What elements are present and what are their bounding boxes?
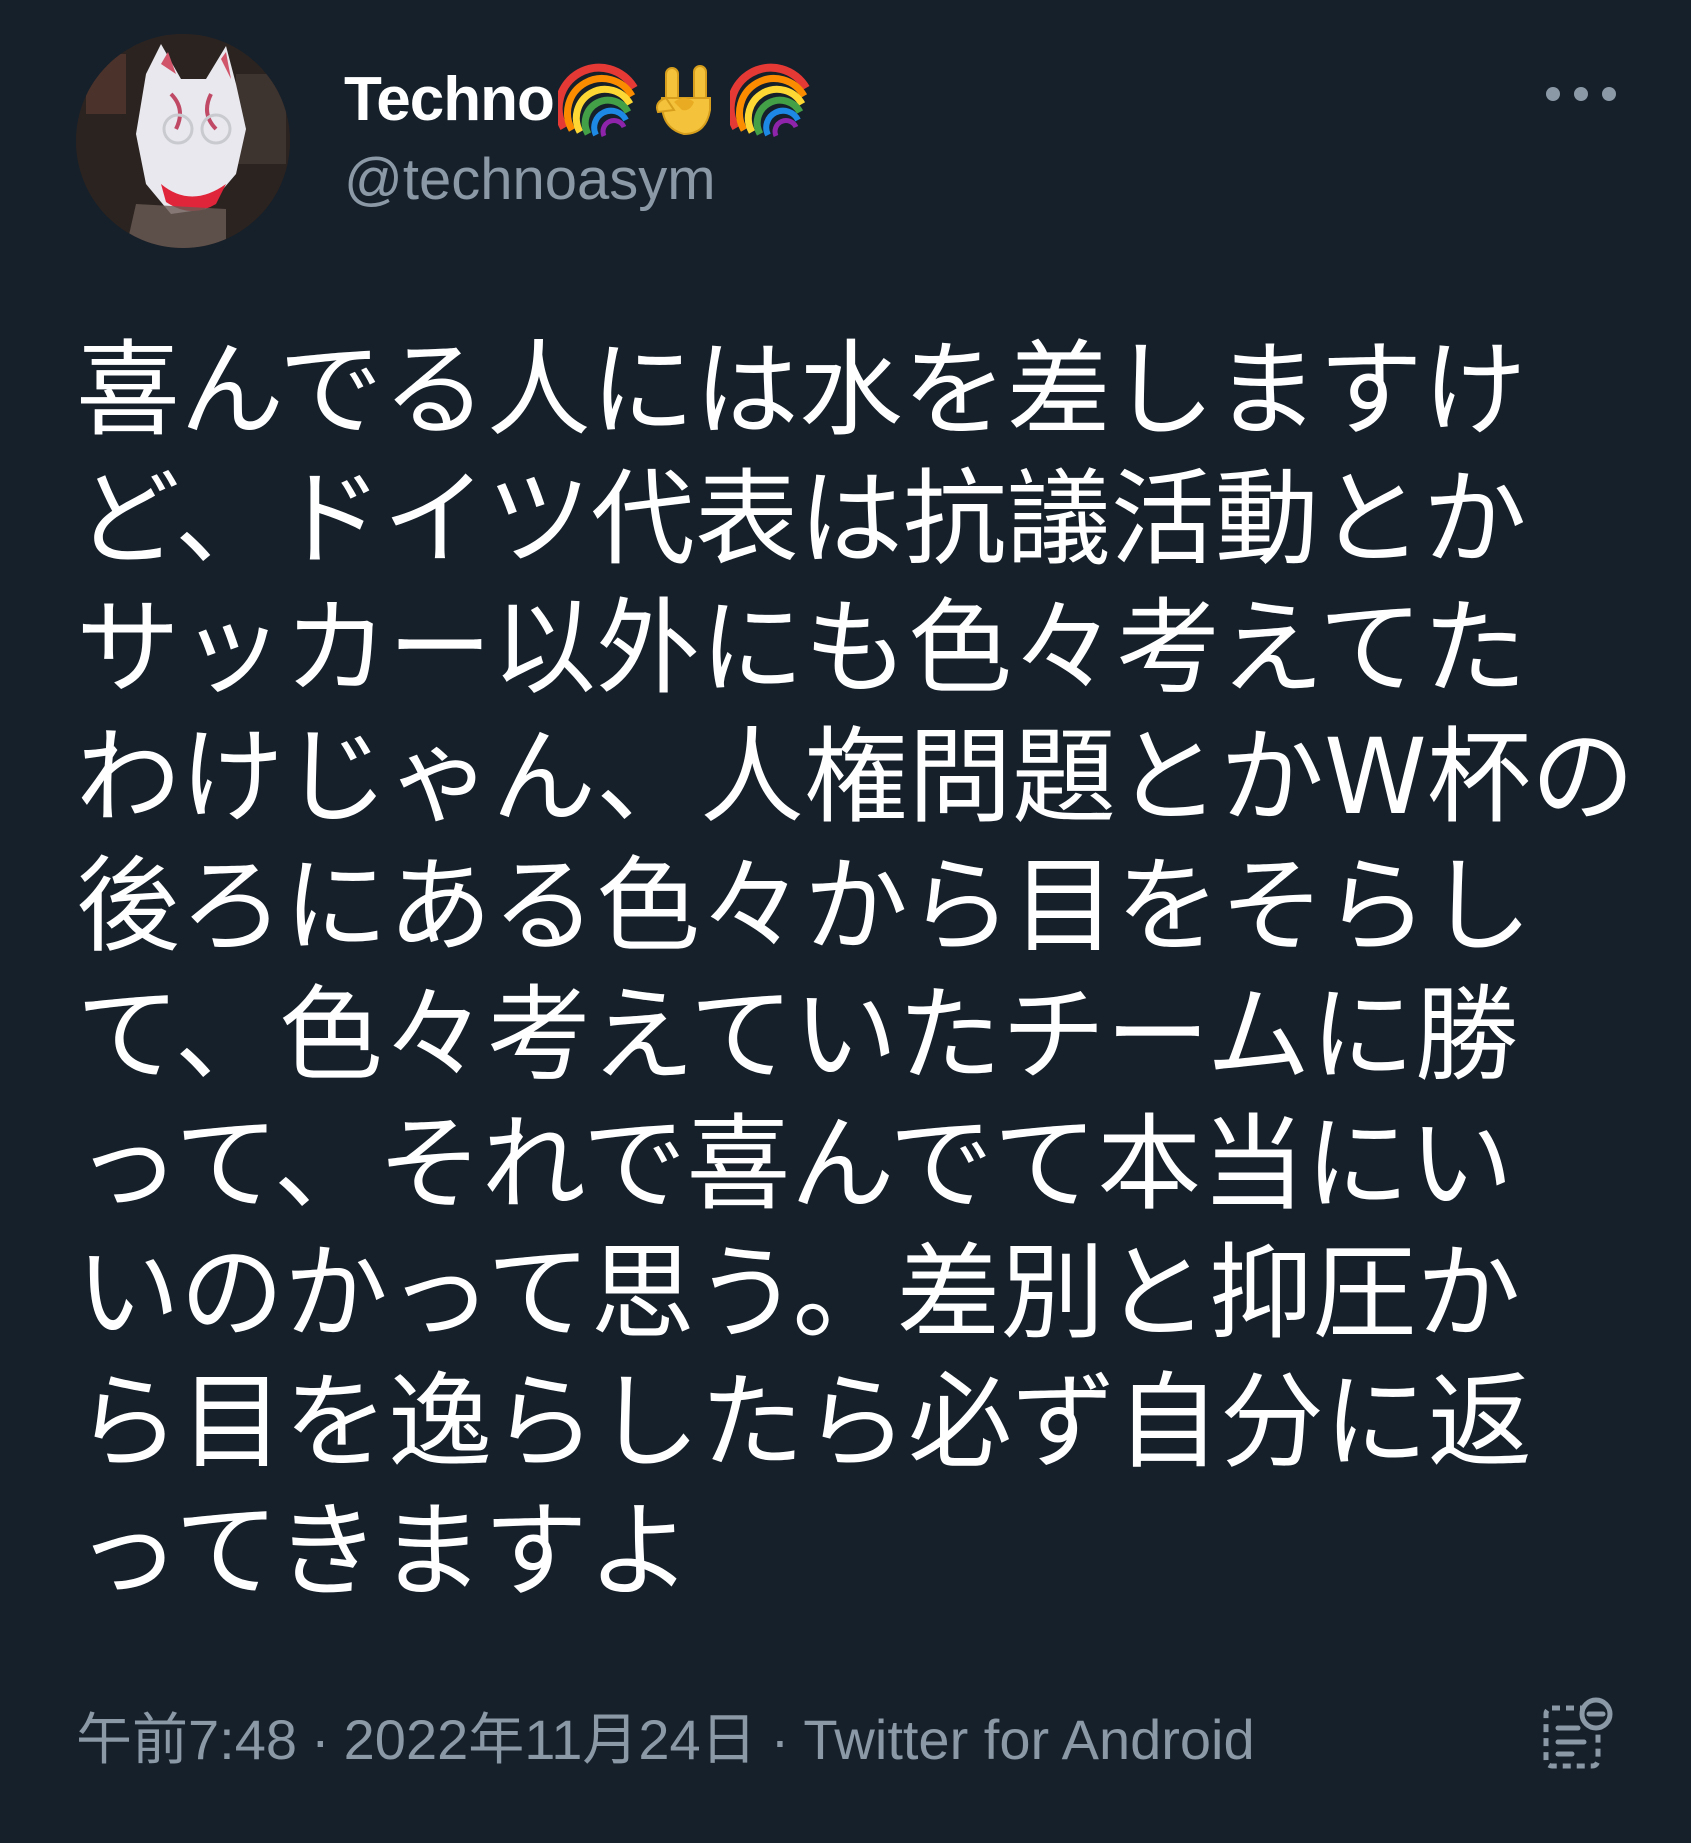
- view-analytics-icon[interactable]: [1538, 1696, 1616, 1774]
- author-names: Techno @technoasym: [344, 54, 812, 213]
- rainbow-icon: [554, 58, 640, 140]
- tweet-time[interactable]: 午前7:48: [76, 1708, 297, 1771]
- tweet-source[interactable]: Twitter for Android: [803, 1708, 1254, 1771]
- meta-separator: ·: [770, 1707, 790, 1771]
- tweet-header: Techno @technoasym: [76, 34, 1616, 254]
- display-name[interactable]: Techno: [344, 64, 555, 135]
- tweet-text-line: て、色々考えていたチームに勝: [76, 974, 1519, 1096]
- tweet: Techno @technoasym 喜んでる人には水を差しますけ ど、ドイツ代…: [0, 0, 1691, 1843]
- display-name-row[interactable]: Techno: [344, 54, 812, 144]
- more-dot: [1574, 87, 1588, 101]
- more-dot: [1602, 87, 1616, 101]
- tweet-text-line: って、それで喜んでて本当にい: [76, 1103, 1514, 1225]
- tweet-text-line: ど、ドイツ代表は抗議活動とか: [76, 458, 1527, 580]
- sign-of-the-horns-icon: [644, 58, 726, 140]
- author-handle[interactable]: @technoasym: [344, 146, 812, 213]
- tweet-meta: 午前7:48 · 2022年11月24日 · Twitter for Android: [76, 1695, 1255, 1776]
- tweet-footer: 午前7:48 · 2022年11月24日 · Twitter for Android: [76, 1690, 1616, 1780]
- tweet-text-line: ら目を逸らしたら必ず自分に返: [76, 1361, 1533, 1483]
- tweet-text-line: ってきますよ: [76, 1490, 692, 1612]
- tweet-text-line: 後ろにある色々から目をそらし: [76, 845, 1533, 967]
- meta-separator: ·: [311, 1707, 330, 1771]
- rainbow-icon: [726, 58, 812, 140]
- tweet-text-line: いのかって思う。差別と抑圧か: [76, 1232, 1521, 1354]
- tweet-date[interactable]: 2022年11月24日: [344, 1708, 757, 1771]
- avatar[interactable]: [76, 34, 290, 248]
- more-dot: [1546, 87, 1560, 101]
- tweet-text-line: わけじゃん、人権問題とかW杯の: [76, 716, 1635, 838]
- tweet-text: 喜んでる人には水を差しますけ ど、ドイツ代表は抗議活動とか サッカー以外にも色々…: [76, 326, 1635, 1616]
- more-options-icon[interactable]: [1546, 74, 1616, 114]
- tweet-text-line: 喜んでる人には水を差しますけ: [76, 329, 1527, 451]
- tweet-text-line: サッカー以外にも色々考えてた: [76, 587, 1527, 709]
